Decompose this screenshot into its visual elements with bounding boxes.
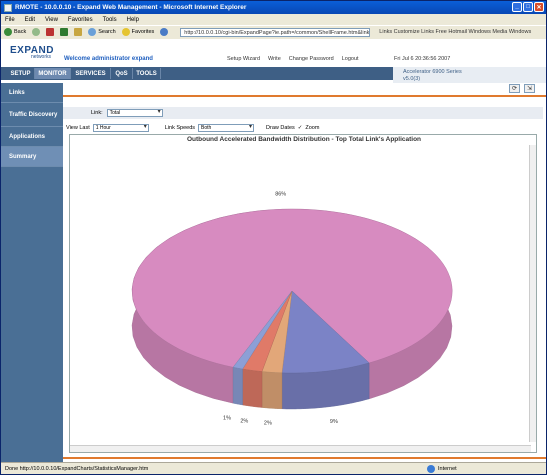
app-header: EXPAND networks Welcome administrator ex… [1, 39, 546, 67]
title-bar: RMOTE - 10.0.0.10 - Expand Web Managemen… [1, 1, 546, 14]
sidebar-item-traffic-discovery[interactable]: Traffic Discovery [1, 103, 63, 127]
draw-dates-label[interactable]: Draw Dates [266, 125, 295, 131]
minimize-button[interactable]: _ [512, 2, 522, 12]
pie-side-3 [242, 368, 263, 408]
view-last-select[interactable]: 1 Hour [92, 123, 149, 132]
page-content: EXPAND networks Welcome administrator ex… [1, 39, 546, 462]
chart-frame: Outbound Accelerated Bandwidth Distribut… [69, 134, 537, 453]
vertical-scrollbar[interactable] [529, 145, 536, 442]
menu-bar: File Edit View Favorites Tools Help [1, 14, 546, 25]
divider [63, 95, 546, 97]
logo-subtitle: networks [31, 54, 52, 60]
search-button[interactable]: Search [88, 28, 116, 36]
view-last-label: View Last [66, 124, 90, 131]
options-row: View Last 1 Hour Link Speeds Both Draw D… [63, 122, 543, 133]
datetime: Fri Jul 6 20:36:56 2007 [394, 56, 451, 62]
zoom-check-icon[interactable]: ✓ [298, 125, 303, 131]
link-filter-row: Link: Total [63, 107, 543, 119]
close-button[interactable]: ✕ [534, 2, 544, 12]
header-links: Setup Wizard Write Change Password Logou… [227, 56, 359, 62]
device-model: Accelerator 6900 Series [403, 69, 462, 75]
media-icon[interactable] [160, 28, 169, 36]
sidebar-item-links[interactable]: Links [1, 83, 63, 103]
slice-label-2: 2% [264, 421, 272, 427]
sidebar-item-applications[interactable]: Applications [1, 127, 63, 147]
logout-link[interactable]: Logout [342, 56, 359, 62]
tab-monitor[interactable]: MONITOR [35, 68, 71, 79]
search-icon [88, 28, 97, 36]
maximize-button[interactable]: □ [523, 2, 533, 12]
favorites-button[interactable]: Favorites [121, 28, 154, 36]
browser-toolbar: Back Search Favorites http://10.0.0.10/c… [1, 25, 546, 38]
ie-icon [4, 3, 12, 12]
tab-qos[interactable]: QoS [111, 68, 133, 79]
status-text: Done http://10.0.0.10/ExpandCharts/Stati… [5, 466, 149, 472]
link-speeds-select[interactable]: Both [198, 123, 255, 132]
setup-wizard-link[interactable]: Setup Wizard [227, 56, 260, 62]
back-arrow-icon [4, 28, 12, 36]
link-label: Link: [91, 110, 103, 116]
change-password-link[interactable]: Change Password [289, 56, 334, 62]
menu-favorites[interactable]: Favorites [68, 17, 93, 23]
link-speeds-label: Link Speeds [164, 124, 196, 131]
tab-tools[interactable]: TOOLS [133, 68, 161, 79]
zone-text: Internet [438, 466, 457, 472]
sidebar: Links Traffic Discovery Applications Sum… [1, 83, 63, 462]
menu-help[interactable]: Help [127, 17, 139, 23]
pie-side-4 [232, 366, 243, 406]
menu-view[interactable]: View [45, 17, 58, 23]
status-bar: Done http://10.0.0.10/ExpandCharts/Stati… [1, 462, 546, 474]
globe-icon [427, 465, 435, 473]
refresh-icon[interactable]: ⟳ [509, 84, 520, 93]
main-panel: ⟳ ⇲ Link: Total View Last 1 Hour Link Sp… [63, 83, 546, 462]
stop-icon[interactable] [46, 28, 55, 36]
menu-file[interactable]: File [5, 17, 15, 23]
sidebar-item-summary[interactable]: Summary [1, 147, 63, 167]
tab-setup[interactable]: SETUP [7, 68, 35, 79]
links-strip[interactable]: Links Customize Links Free Hotmail Windo… [376, 28, 536, 37]
window-title: RMOTE - 10.0.0.10 - Expand Web Managemen… [15, 4, 247, 11]
tab-services[interactable]: SERVICES [71, 68, 111, 79]
menu-edit[interactable]: Edit [25, 17, 35, 23]
pie-side-2 [261, 371, 283, 409]
address-bar[interactable]: http://10.0.0.10/cgi-bin/ExpandPage?ie.p… [180, 27, 371, 37]
horizontal-scrollbar[interactable] [70, 445, 531, 452]
pie-chart: 86% 9% 2% 2% 1% [131, 191, 453, 427]
zoom-label[interactable]: Zoom [305, 125, 319, 131]
bottom-divider [63, 457, 546, 459]
star-icon [121, 28, 130, 36]
home-icon[interactable] [74, 28, 83, 36]
link-select[interactable]: Total [106, 109, 163, 117]
slice-label-1: 9% [330, 419, 338, 425]
slice-label-0: 86% [275, 191, 286, 197]
menu-tools[interactable]: Tools [103, 17, 117, 23]
browser-window: RMOTE - 10.0.0.10 - Expand Web Managemen… [0, 0, 547, 475]
slice-label-4: 1% [223, 416, 231, 422]
back-button[interactable]: Back [4, 28, 26, 36]
refresh-icon[interactable] [60, 28, 69, 36]
export-icon[interactable]: ⇲ [524, 84, 535, 93]
write-link[interactable]: Write [268, 56, 281, 62]
forward-arrow-icon[interactable] [32, 28, 41, 36]
device-version: v5.0(3) [403, 76, 421, 82]
slice-label-3: 2% [240, 418, 248, 424]
welcome-text: Welcome administrator expand [64, 56, 153, 62]
chart-title: Outbound Accelerated Bandwidth Distribut… [186, 136, 422, 143]
